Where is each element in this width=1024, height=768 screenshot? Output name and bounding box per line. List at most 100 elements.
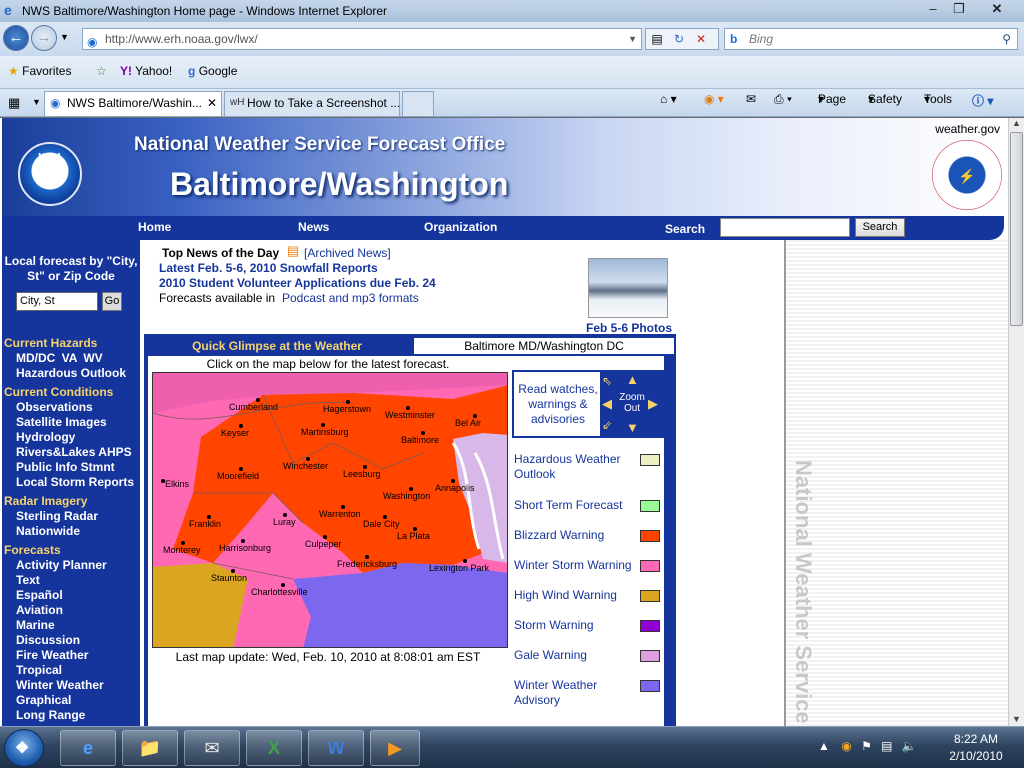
tab-baltimore-washington[interactable]: Baltimore MD/Washington DC <box>414 338 674 354</box>
scroll-thumb[interactable] <box>1010 132 1023 326</box>
home-icon[interactable]: ⌂ ▾ <box>660 92 677 106</box>
help-icon[interactable]: ⓘ ▾ <box>972 92 993 109</box>
add-favorite-icon[interactable]: ☆ <box>96 64 107 78</box>
url-input[interactable]: ◉ http://www.erh.noaa.gov/lwx/ ▼ <box>82 28 642 50</box>
sidebar-item-hydrology[interactable]: Hydrology <box>16 430 75 444</box>
section-radar[interactable]: Radar Imagery <box>4 494 87 508</box>
arrow-up-icon[interactable]: ▲ <box>626 372 639 387</box>
favorite-yahoo[interactable]: Y! Yahoo! <box>120 64 172 78</box>
arrow-nw-icon[interactable]: ⇖ <box>602 374 612 388</box>
sidebar-item-public-info[interactable]: Public Info Stmnt <box>16 460 115 474</box>
sidebar-item-states[interactable]: MD/DC VA WV <box>16 351 103 365</box>
news-snowfall-link[interactable]: Latest Feb. 5-6, 2010 Snowfall Reports <box>159 261 378 275</box>
page-menu[interactable]: Page ▾ <box>818 92 846 106</box>
legend-blizzard[interactable]: Blizzard Warning <box>514 528 636 543</box>
legend-hazardous-outlook[interactable]: Hazardous Weather Outlook <box>514 452 636 482</box>
nav-home[interactable]: Home <box>138 220 171 234</box>
vertical-scrollbar[interactable]: ▲ ▼ <box>1008 118 1024 726</box>
sidebar-item-text[interactable]: Text <box>16 573 40 587</box>
zoom-out-label[interactable]: Zoom Out <box>612 392 652 414</box>
scroll-up-icon[interactable]: ▲ <box>1012 118 1021 128</box>
city-washington[interactable]: Washington <box>383 491 430 501</box>
city-cumberland[interactable]: Cumberland <box>229 402 278 412</box>
feeds-icon[interactable]: ◉ ▾ <box>704 92 724 106</box>
city-keyser[interactable]: Keyser <box>221 428 249 438</box>
arrow-left-icon[interactable]: ◀ <box>602 396 612 412</box>
mail-icon[interactable]: ✉ <box>746 92 756 106</box>
tray-network-icon[interactable]: ▤ <box>881 739 892 753</box>
city-warrenton[interactable]: Warrenton <box>319 509 361 519</box>
city-franklin[interactable]: Franklin <box>189 519 221 529</box>
refresh-icon[interactable]: ↻ <box>668 29 690 49</box>
city-bel-air[interactable]: Bel Air <box>455 418 481 428</box>
city-westminster[interactable]: Westminster <box>385 410 435 420</box>
tools-menu[interactable]: Tools ▾ <box>924 92 952 106</box>
sidebar-item-espanol[interactable]: Español <box>16 588 63 602</box>
site-search-input[interactable] <box>720 218 850 237</box>
url-dropdown-icon[interactable]: ▼ <box>628 29 637 49</box>
taskbar-word-icon[interactable]: W <box>308 730 364 766</box>
city-elkins[interactable]: Elkins <box>165 479 190 489</box>
city-winchester[interactable]: Winchester <box>283 461 328 471</box>
sidebar-item-sterling-radar[interactable]: Sterling Radar <box>16 509 98 523</box>
city-harrisonburg[interactable]: Harrisonburg <box>219 543 271 553</box>
minimize-button[interactable]: – <box>920 0 946 18</box>
city-monterey[interactable]: Monterey <box>163 545 201 555</box>
tab-screenshot[interactable]: wH How to Take a Screenshot ... <box>224 91 400 116</box>
sidebar-item-nationwide[interactable]: Nationwide <box>16 524 80 538</box>
safety-menu[interactable]: Safety ▾ <box>868 92 902 106</box>
tab-nws[interactable]: ◉ NWS Baltimore/Washin... ✕ <box>44 91 222 116</box>
go-button[interactable]: Go <box>102 292 122 311</box>
tab-quick-glimpse[interactable]: Quick Glimpse at the Weather <box>144 338 410 354</box>
legend-winter-storm[interactable]: Winter Storm Warning <box>514 558 638 573</box>
nws-logo[interactable]: ⚡ <box>932 140 1002 210</box>
rss-icon[interactable]: ▤ <box>287 243 299 259</box>
back-button[interactable]: ← <box>3 25 29 51</box>
compatibility-icon[interactable]: ▤ <box>646 29 668 49</box>
sidebar-item-observations[interactable]: Observations <box>16 400 93 414</box>
city-luray[interactable]: Luray <box>273 517 296 527</box>
recent-pages-icon[interactable]: ▼ <box>60 32 69 42</box>
tab-list-icon[interactable]: ▼ <box>32 97 41 107</box>
city-lexington-park[interactable]: Lexington Park <box>429 563 490 573</box>
hazard-map[interactable]: Cumberland Hagerstown Westminster Bel Ai… <box>152 372 508 648</box>
taskbar-ie-icon[interactable]: e <box>60 730 116 766</box>
tray-flag-icon[interactable]: ⚑ <box>861 739 872 753</box>
city-leesburg[interactable]: Leesburg <box>343 469 381 479</box>
section-current-hazards[interactable]: Current Hazards <box>4 336 97 350</box>
snow-photo[interactable] <box>588 258 668 318</box>
taskbar-explorer-icon[interactable]: 📁 <box>122 730 178 766</box>
favorites-button[interactable]: ★ Favorites <box>8 64 71 78</box>
sidebar-item-tropical[interactable]: Tropical <box>16 663 62 677</box>
news-volunteer-link[interactable]: 2010 Student Volunteer Applications due … <box>159 276 436 290</box>
city-annapolis[interactable]: Annapolis <box>435 483 475 493</box>
city-culpeper[interactable]: Culpeper <box>305 539 342 549</box>
city-fredericksburg[interactable]: Fredericksburg <box>337 559 397 569</box>
scroll-down-icon[interactable]: ▼ <box>1012 714 1021 724</box>
taskbar-mail-icon[interactable]: ✉ <box>184 730 240 766</box>
legend-high-wind[interactable]: High Wind Warning <box>514 588 636 603</box>
sidebar-item-winter-weather[interactable]: Winter Weather <box>16 678 104 692</box>
search-box[interactable]: b Bing ⚲ <box>724 28 1018 50</box>
tray-expand-icon[interactable]: ▲ <box>818 739 830 753</box>
city-moorefield[interactable]: Moorefield <box>217 471 259 481</box>
tray-volume-icon[interactable]: 🔈 <box>902 739 917 753</box>
city-charlottesville[interactable]: Charlottesville <box>251 587 308 597</box>
quick-tabs-icon[interactable]: ▦ <box>8 95 20 111</box>
clock[interactable]: 8:22 AM 2/10/2010 <box>940 731 1012 765</box>
sidebar-item-hazardous-outlook[interactable]: Hazardous Outlook <box>16 366 126 380</box>
nav-organization[interactable]: Organization <box>424 220 497 234</box>
podcast-link[interactable]: Podcast and mp3 formats <box>282 291 419 305</box>
city-baltimore[interactable]: Baltimore <box>401 435 439 445</box>
section-forecasts[interactable]: Forecasts <box>4 543 61 557</box>
legend-winter-advisory[interactable]: Winter Weather Advisory <box>514 678 626 708</box>
sidebar-item-satellite[interactable]: Satellite Images <box>16 415 107 429</box>
favorite-google[interactable]: g Google <box>188 64 237 78</box>
site-search-button[interactable]: Search <box>855 218 905 237</box>
forward-button[interactable]: → <box>31 25 57 51</box>
photo-caption-link[interactable]: Feb 5-6 Photos <box>586 321 672 335</box>
section-current-conditions[interactable]: Current Conditions <box>4 385 113 399</box>
sidebar-item-aviation[interactable]: Aviation <box>16 603 63 617</box>
search-icon[interactable]: ⚲ <box>1002 29 1011 49</box>
maximize-button[interactable]: ❐ <box>946 0 972 18</box>
